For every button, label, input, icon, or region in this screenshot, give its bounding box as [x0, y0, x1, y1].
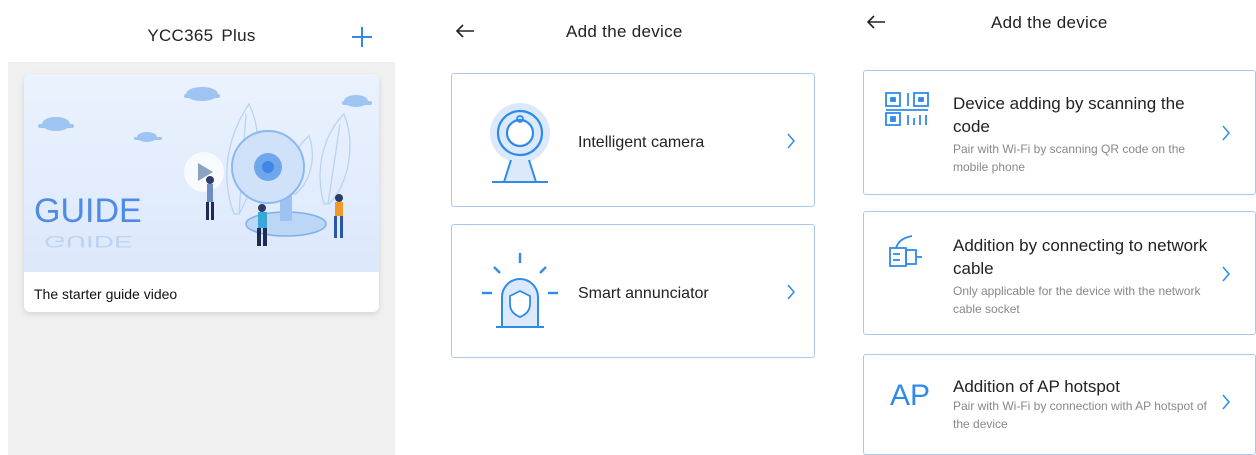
method-ap-hotspot[interactable]: AP Addition of AP hotspot Pair with Wi-F…: [863, 354, 1256, 455]
guide-illustration: GUIDE GUIDE: [24, 74, 379, 272]
chevron-right-icon: [1222, 394, 1230, 410]
device-type-camera[interactable]: Intelligent camera: [451, 73, 815, 207]
home-header: YCC365 Plus: [8, 0, 395, 62]
method-title: Addition by connecting to network cable: [953, 236, 1208, 278]
home-body: GUIDE GUIDE The starter guide video: [8, 62, 395, 455]
method-network-cable[interactable]: Addition by connecting to network cable …: [863, 211, 1256, 335]
page-title: Add the device: [566, 22, 683, 41]
back-arrow-icon[interactable]: [866, 14, 886, 30]
chevron-right-icon: [1222, 125, 1230, 141]
home-screen: YCC365 Plus GUIDE GUIDE The starter guid…: [8, 0, 395, 455]
chevron-right-icon: [787, 133, 795, 149]
chevron-right-icon: [1222, 266, 1230, 282]
method-description: Pair with Wi-Fi by connection with AP ho…: [953, 399, 1207, 431]
camera-icon: [490, 103, 550, 183]
method-title: Device adding by scanning the code: [953, 94, 1185, 136]
guide-art-reflection: GUIDE: [44, 232, 133, 251]
page-title: Add the device: [991, 13, 1108, 32]
app-title: YCC365 Plus: [147, 26, 256, 45]
device-type-label: Smart annunciator: [578, 285, 709, 302]
device-type-label: Intelligent camera: [578, 134, 705, 151]
device-type-annunciator[interactable]: Smart annunciator: [451, 224, 815, 358]
siren-icon: [482, 253, 558, 328]
chevron-right-icon: [787, 284, 795, 300]
guide-caption: The starter guide video: [34, 286, 178, 302]
ethernet-cable-icon: [889, 235, 922, 267]
method-description: Only applicable for the device with the …: [953, 284, 1201, 316]
qr-code-icon: [885, 92, 929, 126]
method-title: Addition of AP hotspot: [953, 377, 1120, 396]
starter-guide-card[interactable]: GUIDE GUIDE The starter guide video: [24, 74, 379, 312]
guide-art-text: GUIDE: [34, 192, 142, 230]
add-device-screen: Add the device Intelligent camera Smart …: [440, 0, 825, 455]
method-description: Pair with Wi-Fi by scanning QR code on t…: [953, 142, 1186, 174]
add-device-plus-icon[interactable]: [352, 27, 372, 47]
method-scan-code[interactable]: Device adding by scanning the code Pair …: [863, 70, 1256, 195]
ap-hotspot-icon: AP: [890, 379, 931, 412]
back-arrow-icon[interactable]: [455, 23, 475, 39]
add-method-screen: Add the device Device adding by scanning…: [860, 0, 1256, 455]
